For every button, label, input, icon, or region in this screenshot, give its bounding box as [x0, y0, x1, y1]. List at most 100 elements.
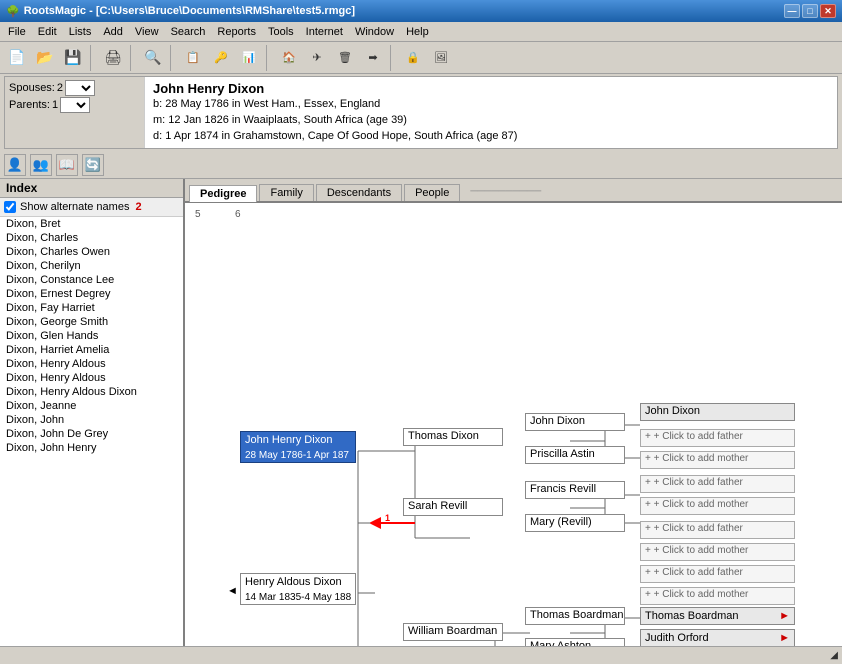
- pedigree-henry-aldous-dixon[interactable]: Henry Aldous Dixon 14 Mar 1835-4 May 188: [240, 573, 356, 605]
- menu-tools[interactable]: Tools: [262, 24, 300, 40]
- nav-refresh[interactable]: 🔄: [82, 154, 104, 176]
- sidebar-entry-16[interactable]: Dixon, John Henry: [0, 441, 183, 455]
- toolbar-chart[interactable]: 📊: [236, 45, 262, 71]
- jhd-name: John Henry Dixon: [245, 433, 351, 448]
- toolbar-open[interactable]: 📂: [32, 45, 58, 71]
- pedigree-mary-revill[interactable]: Mary (Revill): [525, 514, 625, 532]
- rp-thomas-boardman[interactable]: Thomas Boardman ►: [640, 607, 795, 625]
- add-father-box-2[interactable]: + Click to add father: [640, 475, 795, 493]
- sidebar-title: Index: [6, 181, 37, 195]
- pedigree-thomas-dixon[interactable]: Thomas Dixon: [403, 428, 503, 446]
- maximize-button[interactable]: □: [802, 4, 818, 18]
- sidebar-entry-12[interactable]: Dixon, Henry Aldous Dixon: [0, 385, 183, 399]
- show-alternate-checkbox[interactable]: [4, 201, 16, 213]
- minimize-button[interactable]: —: [784, 4, 800, 18]
- tab-descendants[interactable]: Descendants: [316, 184, 402, 201]
- sidebar-entry-8[interactable]: Dixon, Glen Hands: [0, 329, 183, 343]
- toolbar-tools[interactable]: 📋: [180, 45, 206, 71]
- toolbar: 📄 📂 💾 🖨 🔍 📋 🔑 📊 🏠 ✈ 🗑 ➡ 🔒 🖼: [0, 42, 842, 74]
- rp-jo-name: Judith Orford: [645, 632, 709, 644]
- toolbar-lock[interactable]: 🔒: [400, 45, 426, 71]
- person-name: John Henry Dixon: [153, 81, 829, 96]
- app-title: 🌳 RootsMagic - [C:\Users\Bruce\Documents…: [6, 5, 355, 18]
- sidebar-list[interactable]: Dixon, BretDixon, CharlesDixon, Charles …: [0, 217, 183, 646]
- sidebar-entry-2[interactable]: Dixon, Charles Owen: [0, 245, 183, 259]
- nav-person[interactable]: 👤: [4, 154, 26, 176]
- sidebar-entry-3[interactable]: Dixon, Cherilyn: [0, 259, 183, 273]
- add-mother-box-1[interactable]: + Click to add mother: [640, 451, 795, 469]
- close-button[interactable]: ✕: [820, 4, 836, 18]
- add-mother-box-2[interactable]: + Click to add mother: [640, 497, 795, 515]
- menu-edit[interactable]: Edit: [32, 24, 63, 40]
- rp-jd-name: John Dixon: [645, 405, 700, 417]
- show-alternate-label: Show alternate names: [20, 201, 129, 213]
- show-alternate-row: Show alternate names 2: [4, 201, 179, 213]
- tab-extra: ──────────: [470, 186, 541, 197]
- sidebar-entry-6[interactable]: Dixon, Fay Harriet: [0, 301, 183, 315]
- sidebar-entry-7[interactable]: Dixon, George Smith: [0, 315, 183, 329]
- toolbar-arrow[interactable]: ➡: [360, 45, 386, 71]
- menu-file[interactable]: File: [2, 24, 32, 40]
- pedigree-priscilla-astin[interactable]: Priscilla Astin: [525, 446, 625, 464]
- sidebar-entry-9[interactable]: Dixon, Harriet Amelia: [0, 343, 183, 357]
- toolbar-travel[interactable]: ✈: [304, 45, 330, 71]
- add-mother-box-3[interactable]: + Click to add mother: [640, 543, 795, 561]
- rp-judith-orford[interactable]: Judith Orford ►: [640, 629, 795, 646]
- pedigree-william-boardman[interactable]: William Boardman: [403, 623, 503, 641]
- menu-lists[interactable]: Lists: [63, 24, 98, 40]
- fr-name: Francis Revill: [530, 483, 596, 495]
- add-father-box-3[interactable]: + Click to add father: [640, 521, 795, 539]
- pedigree-mary-ashton[interactable]: Mary Ashton: [525, 638, 625, 646]
- toolbar-search[interactable]: 🔍: [140, 45, 166, 71]
- pedigree-thomas-boardman[interactable]: Thomas Boardman: [525, 607, 625, 625]
- pedigree-john-dixon[interactable]: John Dixon: [525, 413, 625, 431]
- sidebar-entry-1[interactable]: Dixon, Charles: [0, 231, 183, 245]
- spouses-dropdown[interactable]: [65, 80, 95, 96]
- add-mother-box-4[interactable]: + Click to add mother: [640, 587, 795, 605]
- pedigree-francis-revill[interactable]: Francis Revill: [525, 481, 625, 499]
- tab-family[interactable]: Family: [259, 184, 313, 201]
- tabs: Pedigree Family Descendants People ─────…: [185, 179, 842, 203]
- sidebar-entry-11[interactable]: Dixon, Henry Aldous: [0, 371, 183, 385]
- rp-john-dixon[interactable]: John Dixon: [640, 403, 795, 421]
- toolbar-separator-3: [170, 45, 176, 71]
- pedigree-sarah-revill[interactable]: Sarah Revill: [403, 498, 503, 516]
- sidebar-entry-0[interactable]: Dixon, Bret: [0, 217, 183, 231]
- sidebar-entry-14[interactable]: Dixon, John: [0, 413, 183, 427]
- svg-text:1: 1: [385, 513, 390, 523]
- rp-tb-arrow: ►: [779, 610, 790, 622]
- sidebar-entry-15[interactable]: Dixon, John De Grey: [0, 427, 183, 441]
- sidebar-entry-10[interactable]: Dixon, Henry Aldous: [0, 357, 183, 371]
- window-controls: — □ ✕: [784, 4, 836, 18]
- menu-add[interactable]: Add: [97, 24, 129, 40]
- pedigree-john-henry-dixon[interactable]: John Henry Dixon 28 May 1786-1 Apr 187: [240, 431, 356, 463]
- toolbar-home[interactable]: 🏠: [276, 45, 302, 71]
- toolbar-print[interactable]: 🖨: [100, 45, 126, 71]
- toolbar-new[interactable]: 📄: [4, 45, 30, 71]
- add-father-box-1[interactable]: + Click to add father: [640, 429, 795, 447]
- tab-pedigree[interactable]: Pedigree: [189, 185, 257, 202]
- menu-internet[interactable]: Internet: [300, 24, 349, 40]
- tab-people[interactable]: People: [404, 184, 460, 201]
- toolbar-image[interactable]: 🖼: [428, 45, 454, 71]
- toolbar-separator-5: [390, 45, 396, 71]
- sidebar-entry-4[interactable]: Dixon, Constance Lee: [0, 273, 183, 287]
- pedigree-area: 5 6: [185, 203, 842, 646]
- sidebar-entry-13[interactable]: Dixon, Jeanne: [0, 399, 183, 413]
- menu-window[interactable]: Window: [349, 24, 400, 40]
- nav-family[interactable]: 👥: [30, 154, 52, 176]
- person-marriage: m: 12 Jan 1826 in Waaiplaats, South Afri…: [153, 112, 829, 128]
- toolbar-save[interactable]: 💾: [60, 45, 86, 71]
- henry-arrow: ◄: [227, 585, 238, 597]
- sidebar-entry-5[interactable]: Dixon, Ernest Degrey: [0, 287, 183, 301]
- person-info-left: Spouses: 2 Parents: 1: [5, 77, 145, 148]
- toolbar-key[interactable]: 🔑: [208, 45, 234, 71]
- nav-book[interactable]: 📖: [56, 154, 78, 176]
- toolbar-delete[interactable]: 🗑: [332, 45, 358, 71]
- menu-view[interactable]: View: [129, 24, 165, 40]
- menu-help[interactable]: Help: [400, 24, 435, 40]
- menu-search[interactable]: Search: [165, 24, 212, 40]
- menu-reports[interactable]: Reports: [211, 24, 262, 40]
- add-father-box-4[interactable]: + Click to add father: [640, 565, 795, 583]
- parents-dropdown[interactable]: [60, 97, 90, 113]
